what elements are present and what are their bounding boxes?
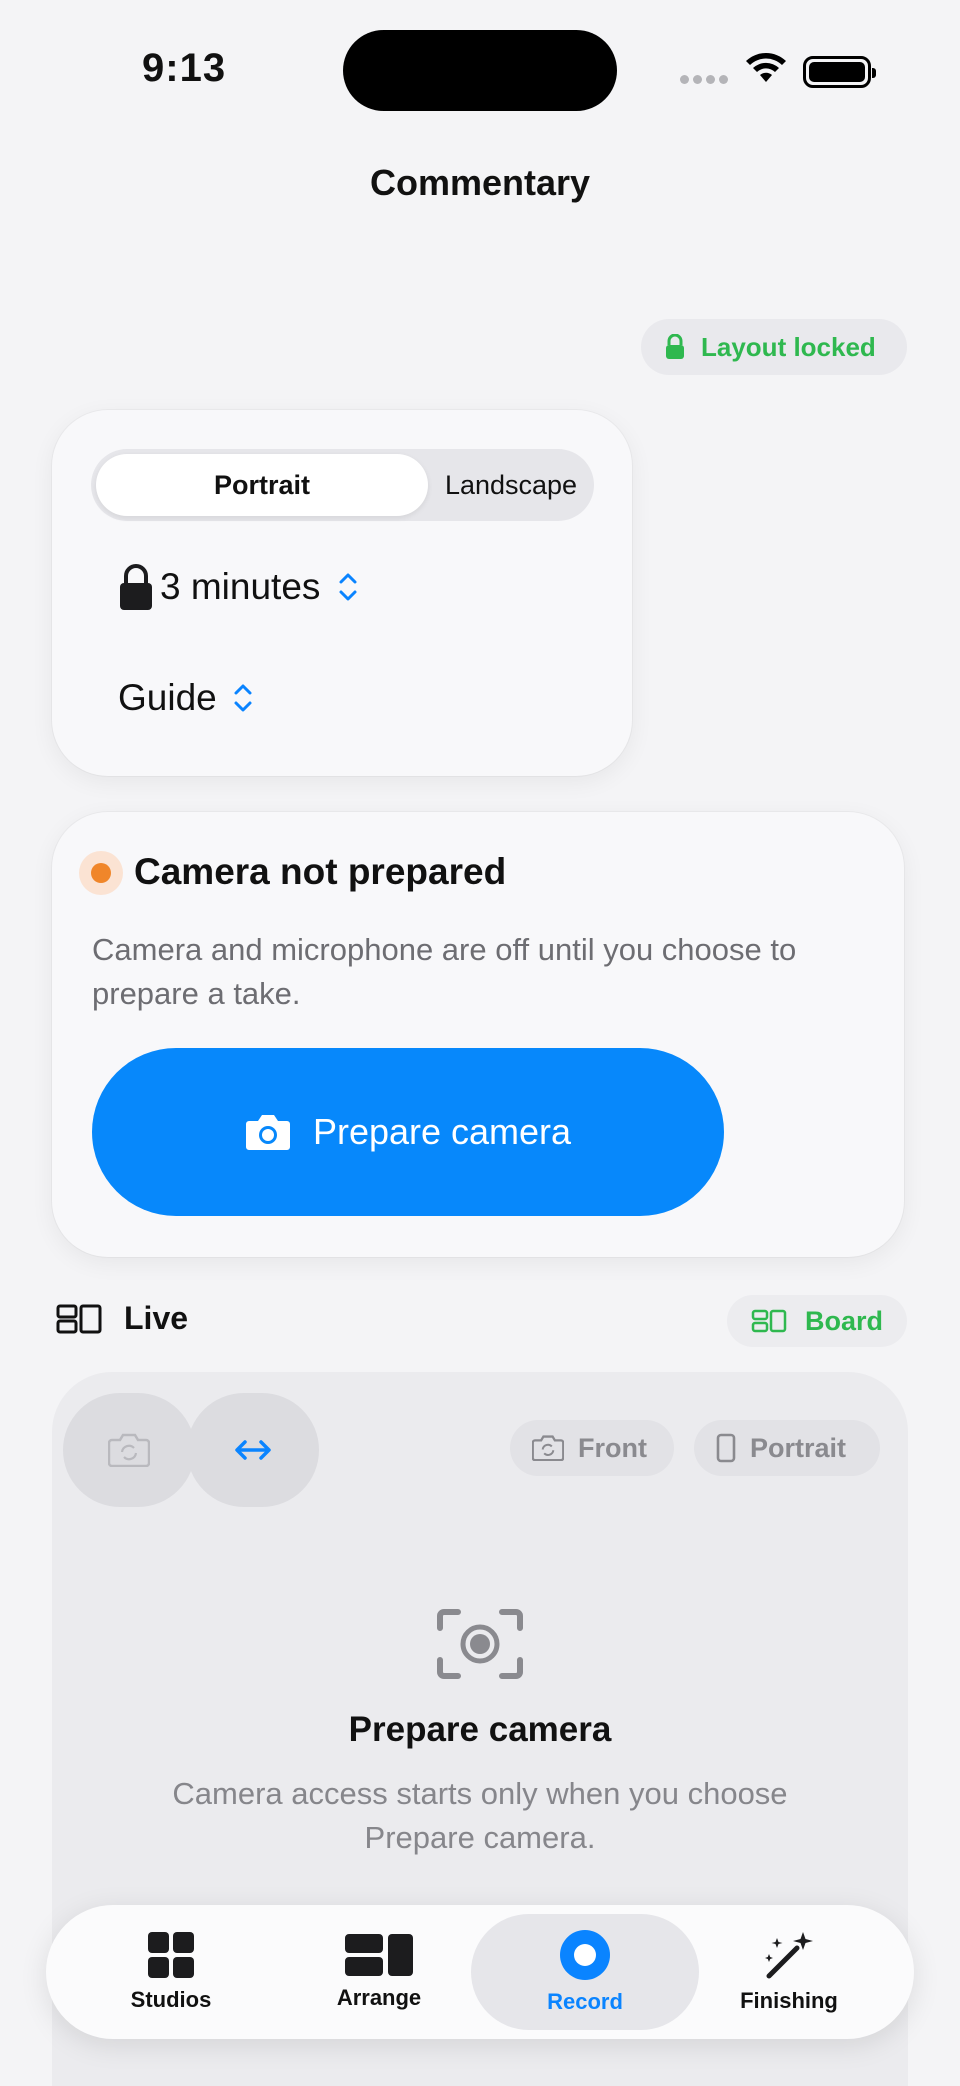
tab-label: Finishing: [740, 1988, 838, 2013]
camera-viewfinder-icon: [437, 1609, 523, 1679]
tab-studios[interactable]: Studios: [86, 1905, 256, 2039]
live-label: Live: [124, 1300, 189, 1336]
tab-label: Record: [547, 1989, 623, 2014]
tab-finishing[interactable]: Finishing: [704, 1905, 874, 2039]
orientation-chip[interactable]: Portrait: [694, 1420, 880, 1476]
magic-wand-icon: [765, 1932, 813, 1979]
layout-locked-label: Layout locked: [701, 331, 876, 362]
board-button[interactable]: Board: [727, 1295, 907, 1347]
switch-camera-button[interactable]: [63, 1393, 195, 1507]
layout-icon: [751, 1309, 787, 1333]
chevron-up-down-icon: [234, 684, 252, 712]
camera-status-description: Camera and microphone are off until you …: [92, 932, 797, 1011]
grid-icon: [148, 1932, 194, 1978]
tab-label: Arrange: [336, 1985, 422, 2010]
camera-rotate-icon: [532, 1435, 564, 1461]
camera-facing-chip[interactable]: Front: [510, 1420, 674, 1476]
tab-arrange[interactable]: Arrange: [294, 1905, 464, 2039]
segment-landscape[interactable]: Landscape: [428, 454, 594, 516]
guide-label: Guide: [118, 677, 217, 718]
camera-status-title: Camera not prepared: [134, 851, 507, 892]
prepare-camera-button[interactable]: Prepare camera: [92, 1048, 724, 1216]
battery-icon: [803, 56, 876, 88]
page-title: Commentary: [369, 162, 591, 203]
portrait-rectangle-icon: [716, 1433, 736, 1463]
camera-icon: [245, 1115, 290, 1150]
status-indicator: [79, 851, 123, 895]
live-section-header: Live: [56, 1300, 188, 1337]
layout-locked-badge[interactable]: Layout locked: [641, 319, 907, 375]
board-label: Board: [805, 1305, 884, 1336]
camera-facing-label: Front: [578, 1432, 647, 1463]
preview-title: Prepare camera: [348, 1710, 612, 1749]
guide-picker[interactable]: Guide: [118, 677, 257, 719]
orientation-label: Portrait: [750, 1432, 847, 1463]
camera-rotate-icon: [108, 1433, 150, 1467]
wifi-icon: [746, 53, 786, 82]
orientation-segmented-control[interactable]: Portrait Landscape: [91, 449, 594, 521]
preview-description: Camera access starts only when you choos…: [172, 1776, 788, 1855]
lock-icon: [666, 334, 684, 359]
record-icon: [560, 1930, 610, 1980]
dynamic-island: [343, 30, 617, 111]
layout-icon: [56, 1304, 102, 1333]
arrow-left-right-icon: [235, 1440, 271, 1460]
tab-label: Studios: [130, 1987, 212, 2012]
duration-picker[interactable]: 3 minutes: [118, 563, 362, 611]
tab-record[interactable]: Record: [471, 1914, 699, 2030]
arrange-icon: [345, 1934, 413, 1976]
duration-value: 3 minutes: [160, 566, 321, 607]
lock-icon: [120, 564, 152, 610]
cellular-signal-icon: [680, 75, 728, 84]
segment-portrait[interactable]: Portrait: [96, 454, 428, 516]
prepare-camera-label: Prepare camera: [312, 1111, 572, 1152]
tab-bar: Studios Arrange Record Finishing: [46, 1905, 914, 2039]
chevron-up-down-icon: [339, 573, 357, 601]
status-time: 9:13: [142, 46, 227, 90]
flip-button[interactable]: [187, 1393, 319, 1507]
